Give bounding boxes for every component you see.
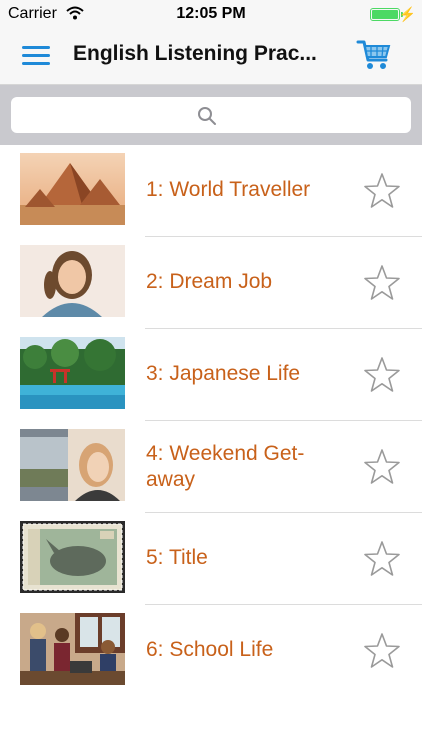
lesson-title: 1: World Traveller — [146, 178, 311, 201]
search-input[interactable] — [11, 97, 411, 133]
lesson-title: 4: Weekend Get-away — [146, 442, 305, 491]
lesson-thumbnail-students — [20, 613, 125, 685]
lesson-row[interactable]: 1: World Traveller — [0, 145, 422, 237]
page-title: English Listening Prac... — [73, 42, 317, 65]
lesson-row[interactable]: 3: Japanese Life — [0, 329, 422, 421]
favorite-star-icon[interactable] — [363, 264, 401, 302]
shopping-cart-icon[interactable] — [356, 38, 392, 72]
charging-icon: ⚡ — [398, 6, 416, 22]
favorite-star-icon[interactable] — [363, 356, 401, 394]
lesson-row[interactable]: 5: Title — [0, 513, 422, 605]
status-time: 12:05 PM — [176, 5, 246, 22]
lesson-title: 3: Japanese Life — [146, 362, 301, 385]
lesson-row[interactable]: 4: Weekend Get-away — [0, 421, 422, 513]
lesson-title: 6: School Life — [146, 638, 274, 661]
search-bar — [0, 85, 422, 145]
lesson-title: 2: Dream Job — [146, 270, 273, 293]
hamburger-menu-icon[interactable] — [22, 46, 50, 66]
lesson-list: 1: World Traveller 2: Dream Job 3: Japan… — [0, 145, 422, 697]
lesson-thumbnail-stamp — [20, 521, 125, 593]
battery-icon — [370, 8, 400, 21]
favorite-star-icon[interactable] — [363, 172, 401, 210]
favorite-star-icon[interactable] — [363, 632, 401, 670]
favorite-star-icon[interactable] — [363, 540, 401, 578]
status-bar: Carrier 12:05 PM ⚡ — [0, 0, 422, 28]
lesson-title: 5: Title — [146, 546, 208, 569]
search-icon — [197, 106, 217, 126]
lesson-thumbnail-lake — [20, 337, 125, 409]
favorite-star-icon[interactable] — [363, 448, 401, 486]
navigation-bar: English Listening Prac... — [0, 28, 422, 85]
lesson-row[interactable]: 6: School Life — [0, 605, 422, 697]
lesson-thumbnail-train — [20, 429, 125, 501]
lesson-thumbnail-girl — [20, 245, 125, 317]
lesson-thumbnail-pyramids — [20, 153, 125, 225]
lesson-row[interactable]: 2: Dream Job — [0, 237, 422, 329]
